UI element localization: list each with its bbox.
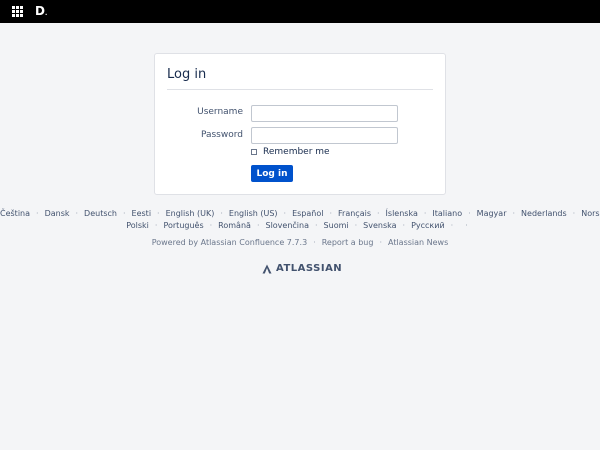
language-link[interactable]: Svenska: [363, 221, 396, 230]
top-navigation-bar: D.: [0, 0, 600, 23]
username-label: Username: [197, 107, 243, 117]
atlassian-brand: ATLASSIAN: [262, 263, 342, 274]
language-link[interactable]: Español: [292, 209, 323, 218]
language-list-row-2: Polski · Português · Română · Slovenčina · Suomi…: [0, 221, 600, 230]
separator: ·: [154, 221, 158, 230]
grid-icon[interactable]: [12, 6, 23, 17]
separator: ·: [209, 221, 213, 230]
atlassian-news-link[interactable]: Atlassian News: [388, 238, 448, 247]
logo-text: D: [35, 4, 45, 18]
atlassian-logo-icon: [262, 264, 272, 273]
separator: ·: [122, 209, 126, 218]
language-link[interactable]: English (US): [229, 209, 278, 218]
language-link[interactable]: Slovenčina: [265, 221, 309, 230]
separator: ·: [423, 209, 427, 218]
separator: ·: [354, 221, 358, 230]
language-link[interactable]: Íslenska: [386, 209, 418, 218]
logo-dot: .: [44, 10, 48, 17]
language-link[interactable]: Română: [218, 221, 251, 230]
remember-me-label: Remember me: [263, 147, 330, 157]
language-list-row-1: Čeština · Dansk · Deutsch · Eesti · English (UK)…: [0, 209, 600, 218]
separator: ·: [468, 209, 471, 218]
separator: ·: [315, 221, 318, 230]
separator: ·: [572, 209, 576, 218]
language-link[interactable]: Eesti: [132, 209, 152, 218]
username-input[interactable]: [251, 105, 398, 122]
separator: ·: [75, 209, 79, 218]
separator: ·: [465, 221, 468, 230]
password-label: Password: [200, 130, 243, 140]
language-link[interactable]: Polski: [126, 221, 149, 230]
separator: ·: [157, 209, 160, 218]
language-link[interactable]: Italiano: [432, 209, 462, 218]
login-panel: Log in Username Password Remember me Log…: [154, 53, 446, 195]
report-bug-link[interactable]: Report a bug: [322, 238, 374, 247]
language-link[interactable]: Deutsch: [84, 209, 117, 218]
language-link[interactable]: Français: [338, 209, 371, 218]
language-link[interactable]: Magyar: [477, 209, 507, 218]
separator: ·: [329, 209, 333, 218]
remember-me-checkbox[interactable]: [251, 149, 257, 155]
powered-by-link[interactable]: Powered by Atlassian Confluence 7.7.3: [152, 238, 307, 247]
footer-links: Powered by Atlassian Confluence 7.7.3 · Re…: [0, 238, 600, 247]
login-button[interactable]: Log in: [251, 165, 293, 182]
separator: ·: [256, 221, 260, 230]
language-link[interactable]: Čeština: [0, 209, 30, 218]
language-link[interactable]: English (UK): [166, 209, 215, 218]
language-link[interactable]: Português: [163, 221, 203, 230]
login-title: Log in: [167, 67, 207, 82]
divider: [167, 89, 433, 90]
language-link[interactable]: Русский: [411, 221, 445, 230]
separator: ·: [450, 221, 454, 230]
separator: ·: [379, 238, 382, 247]
remember-me-row[interactable]: Remember me: [251, 147, 330, 157]
separator: ·: [36, 209, 39, 218]
separator: ·: [377, 209, 380, 218]
separator: ·: [512, 209, 516, 218]
language-link[interactable]: Nederlands: [521, 209, 567, 218]
separator: ·: [313, 238, 316, 247]
site-logo[interactable]: D.: [35, 3, 47, 22]
separator: ·: [283, 209, 287, 218]
language-link[interactable]: Suomi: [324, 221, 349, 230]
password-input[interactable]: [251, 127, 398, 144]
language-link[interactable]: Norsk: [581, 209, 600, 218]
separator: ·: [402, 221, 406, 230]
atlassian-brand-name: ATLASSIAN: [276, 263, 343, 274]
language-link[interactable]: Dansk: [45, 209, 70, 218]
separator: ·: [220, 209, 223, 218]
